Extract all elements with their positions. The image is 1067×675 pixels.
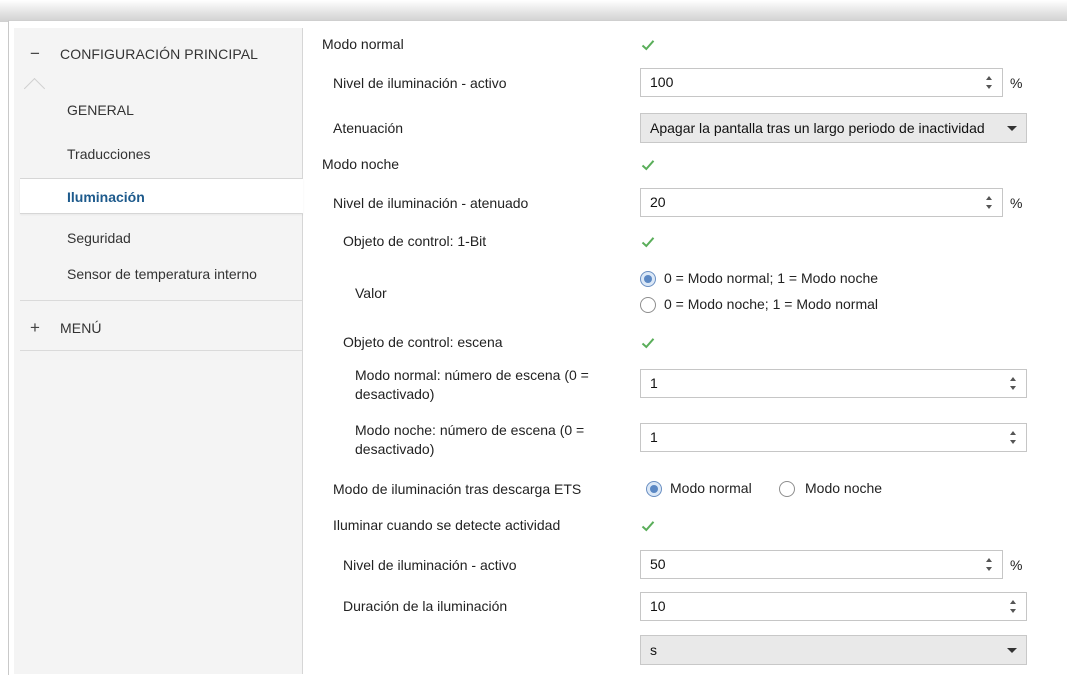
duracion-value: 10: [650, 598, 666, 614]
modo-ets-noche-label[interactable]: Modo noche: [805, 480, 882, 496]
modo-ets-normal-radio[interactable]: [646, 481, 662, 497]
nivel-activo-2-input[interactable]: 50: [640, 550, 1003, 579]
expand-icon[interactable]: +: [18, 318, 52, 338]
percent-unit: %: [1010, 195, 1023, 211]
duracion-unit-value: s: [650, 642, 657, 658]
checkmark-icon: [641, 160, 655, 171]
section-menu[interactable]: + MENÚ: [14, 302, 302, 354]
modo-ets-noche-radio[interactable]: [779, 481, 795, 497]
section-label: MENÚ: [60, 320, 102, 336]
nivel-activo-input[interactable]: 100: [640, 68, 1003, 97]
checkmark-icon: [641, 338, 655, 349]
modo-normal-label: Modo normal: [322, 36, 404, 52]
checkmark-icon: [641, 521, 655, 532]
percent-unit: %: [1010, 75, 1023, 91]
spinner-arrows-icon[interactable]: [986, 556, 996, 574]
iluminar-actividad-checkbox[interactable]: [640, 518, 656, 534]
chevron-down-icon: [1007, 126, 1017, 131]
modo-ets-normal-label[interactable]: Modo normal: [670, 480, 752, 496]
escena-normal-input[interactable]: 1: [640, 369, 1027, 398]
valor-option-2-label[interactable]: 0 = Modo noche; 1 = Modo normal: [664, 296, 878, 312]
escena-noche-input[interactable]: 1: [640, 423, 1027, 452]
sidebar-item-iluminacion[interactable]: Iluminación: [20, 178, 303, 214]
objeto-escena-label: Objeto de control: escena: [343, 334, 503, 350]
modo-ets-label: Modo de iluminación tras descarga ETS: [333, 481, 582, 497]
escena-noche-value: 1: [650, 429, 658, 445]
sidebar-item-seguridad[interactable]: Seguridad: [14, 220, 302, 256]
checkmark-icon: [641, 237, 655, 248]
section-configuracion-principal[interactable]: − CONFIGURACIÓN PRINCIPAL: [14, 28, 302, 80]
spinner-arrows-icon[interactable]: [986, 194, 996, 212]
escena-normal-value: 1: [650, 375, 658, 391]
spinner-arrows-icon[interactable]: [986, 74, 996, 92]
duracion-unit-select[interactable]: s: [640, 635, 1027, 665]
spinner-arrows-icon[interactable]: [1010, 598, 1020, 616]
nivel-activo-2-label: Nivel de iluminación - activo: [343, 557, 517, 573]
sidebar-divider: [20, 300, 302, 301]
nivel-atenuado-input[interactable]: 20: [640, 188, 1003, 217]
sidebar-divider: [20, 350, 302, 351]
spinner-arrows-icon[interactable]: [1010, 375, 1020, 393]
sidebar-item-sensor-temperatura[interactable]: Sensor de temperatura interno: [14, 256, 302, 292]
objeto-1bit-checkbox[interactable]: [640, 234, 656, 250]
atenuacion-select[interactable]: Apagar la pantalla tras un largo periodo…: [640, 113, 1027, 143]
nivel-atenuado-label: Nivel de iluminación - atenuado: [333, 195, 529, 211]
section-label: CONFIGURACIÓN PRINCIPAL: [60, 46, 259, 62]
chevron-down-icon: [1007, 648, 1017, 653]
valor-option-2-radio[interactable]: [640, 297, 656, 313]
atenuacion-label: Atenuación: [333, 120, 404, 136]
nivel-activo-value: 100: [650, 74, 674, 90]
sidebar-item-traducciones[interactable]: Traducciones: [14, 136, 302, 172]
nivel-atenuado-value: 20: [650, 194, 666, 210]
valor-option-1-label[interactable]: 0 = Modo normal; 1 = Modo noche: [664, 270, 878, 286]
escena-normal-label: Modo normal: número de escena (0 = desac…: [355, 367, 589, 402]
iluminar-actividad-label: Iluminar cuando se detecte actividad: [333, 517, 561, 533]
nivel-activo-2-value: 50: [650, 556, 666, 572]
valor-label: Valor: [355, 285, 387, 301]
nivel-activo-label: Nivel de iluminación - activo: [333, 75, 507, 91]
escena-noche-label: Modo noche: número de escena (0 = desact…: [355, 422, 585, 457]
section-pointer: [24, 78, 46, 90]
atenuacion-value: Apagar la pantalla tras un largo periodo…: [650, 120, 985, 136]
spinner-arrows-icon[interactable]: [1010, 429, 1020, 447]
collapse-icon[interactable]: −: [18, 44, 52, 64]
objeto-escena-checkbox[interactable]: [640, 335, 656, 351]
modo-noche-label: Modo noche: [322, 156, 400, 172]
checkmark-icon: [641, 40, 655, 51]
valor-option-1-radio[interactable]: [640, 271, 656, 287]
sidebar-item-general[interactable]: GENERAL: [14, 92, 302, 128]
modo-noche-checkbox[interactable]: [640, 157, 656, 173]
sidebar: − CONFIGURACIÓN PRINCIPAL GENERAL Traduc…: [14, 28, 303, 674]
duracion-label: Duración de la iluminación: [343, 598, 508, 614]
window-top-shadow: [0, 0, 1067, 22]
percent-unit: %: [1010, 557, 1023, 573]
duracion-input[interactable]: 10: [640, 592, 1027, 621]
objeto-1bit-label: Objeto de control: 1-Bit: [343, 233, 487, 249]
modo-normal-checkbox[interactable]: [640, 37, 656, 53]
